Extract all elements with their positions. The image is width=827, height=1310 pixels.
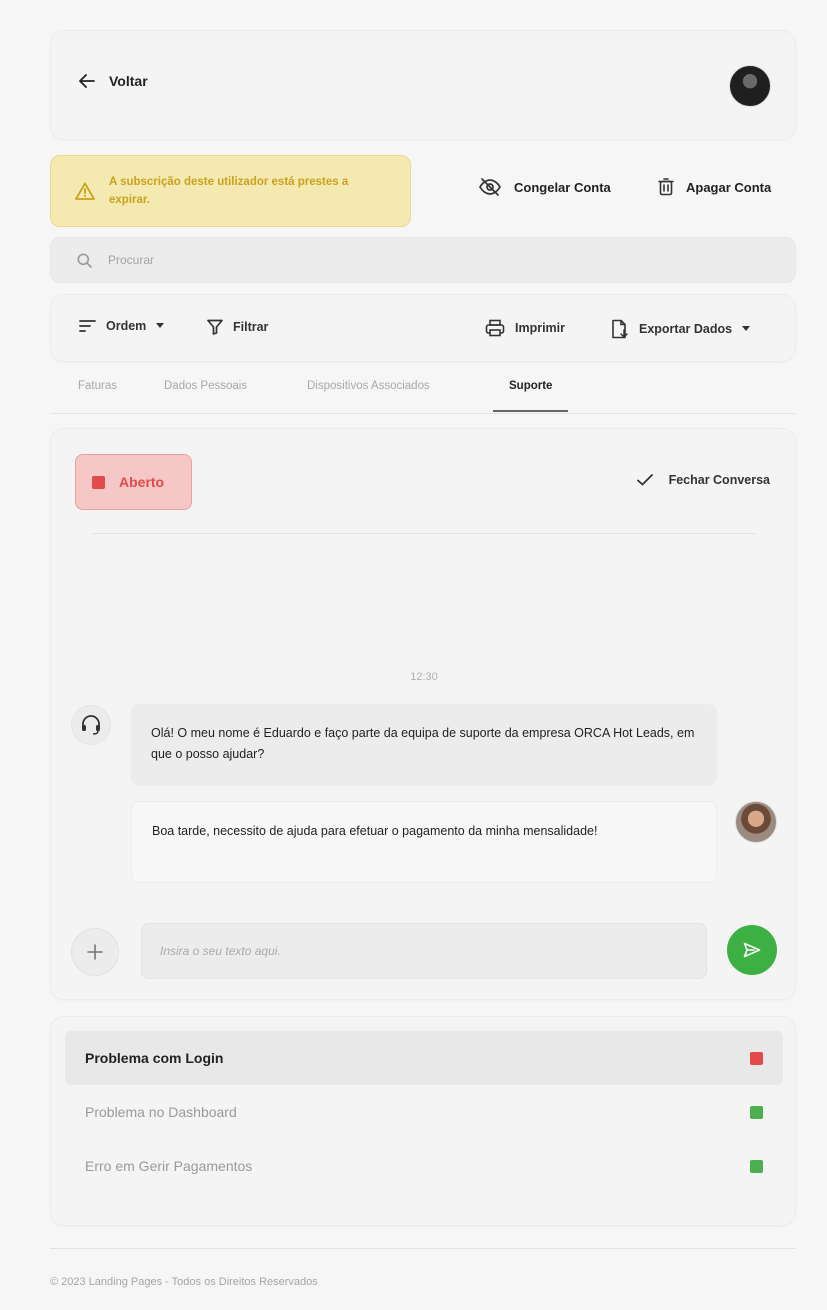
search-bar [50, 237, 796, 283]
caret-down-icon [156, 323, 165, 329]
avatar[interactable] [729, 65, 771, 107]
send-button[interactable] [727, 925, 777, 975]
order-dropdown[interactable]: Ordem [79, 319, 165, 333]
ticket-item[interactable]: Problema com Login [65, 1031, 783, 1085]
subscription-warning: A subscrição deste utilizador está prest… [50, 155, 411, 227]
support-message: Olá! O meu nome é Eduardo e faço parte d… [131, 704, 717, 786]
ticket-list: Problema com Login Problema no Dashboard… [50, 1016, 796, 1226]
back-button[interactable]: Voltar [79, 73, 148, 89]
status-indicator [92, 475, 105, 489]
ticket-item[interactable]: Erro em Gerir Pagamentos [65, 1139, 783, 1193]
filter-button[interactable]: Filtrar [207, 319, 268, 335]
freeze-account-button[interactable]: Congelar Conta [478, 178, 611, 196]
export-label: Exportar Dados [639, 322, 733, 336]
print-label: Imprimir [515, 321, 566, 335]
warning-icon [75, 182, 95, 200]
trash-icon [658, 178, 674, 196]
filter-label: Filtrar [233, 320, 269, 334]
support-chat-card: Aberto Fechar Conversa 12:30 Olá! O meu … [50, 428, 796, 1000]
print-button[interactable]: Imprimir [485, 319, 565, 337]
message-input[interactable] [141, 923, 707, 979]
close-conversation-label: Fechar Conversa [668, 473, 770, 487]
add-attachment-button[interactable] [71, 928, 119, 976]
user-message: Boa tarde, necessito de ajuda para efetu… [131, 801, 717, 883]
message-timestamp: 12:30 [410, 671, 438, 683]
ticket-status-indicator [750, 1051, 763, 1065]
close-conversation-button[interactable]: Fechar Conversa [636, 473, 770, 487]
arrow-left-icon [79, 74, 95, 88]
divider [91, 533, 757, 534]
status-label: Aberto [119, 474, 165, 490]
ticket-title: Problema no Dashboard [85, 1104, 237, 1120]
tab-associated-devices[interactable]: Dispositivos Associados [307, 380, 430, 410]
divider [50, 1248, 796, 1249]
delete-account-button[interactable]: Apagar Conta [658, 178, 771, 196]
export-data-dropdown[interactable]: Exportar Dados [611, 319, 751, 339]
ticket-status-indicator [750, 1105, 763, 1119]
file-export-icon [611, 319, 629, 339]
tab-invoices[interactable]: Faturas [78, 380, 117, 410]
footer-copyright: © 2023 Landing Pages - Todos os Direitos… [50, 1276, 318, 1288]
header-card: Voltar [50, 30, 796, 140]
search-input[interactable] [108, 253, 708, 267]
freeze-account-label: Congelar Conta [514, 179, 611, 195]
warning-text: A subscrição deste utilizador está prest… [109, 176, 349, 206]
tab-personal-data[interactable]: Dados Pessoais [164, 380, 247, 410]
ticket-title: Problema com Login [85, 1050, 224, 1066]
plus-icon [87, 944, 103, 960]
toolbar: Ordem Filtrar Imprimir Exportar Dados [50, 294, 796, 362]
sort-icon [79, 319, 96, 333]
eye-off-icon [478, 178, 502, 196]
user-avatar [735, 801, 777, 843]
ticket-item[interactable]: Problema no Dashboard [65, 1085, 783, 1139]
send-icon [743, 942, 761, 958]
ticket-status-indicator [750, 1159, 763, 1173]
check-icon [636, 474, 653, 486]
ticket-title: Erro em Gerir Pagamentos [85, 1158, 253, 1174]
filter-icon [207, 319, 223, 335]
search-icon [77, 253, 92, 268]
tab-bar: Faturas Dados Pessoais Dispositivos Asso… [50, 368, 796, 414]
support-agent-icon [71, 705, 111, 745]
caret-down-icon [742, 326, 751, 332]
printer-icon [485, 319, 505, 337]
order-label: Ordem [106, 319, 147, 333]
delete-account-label: Apagar Conta [686, 179, 772, 195]
tab-support[interactable]: Suporte [493, 380, 569, 412]
status-badge[interactable]: Aberto [75, 454, 192, 510]
back-label: Voltar [109, 73, 148, 89]
